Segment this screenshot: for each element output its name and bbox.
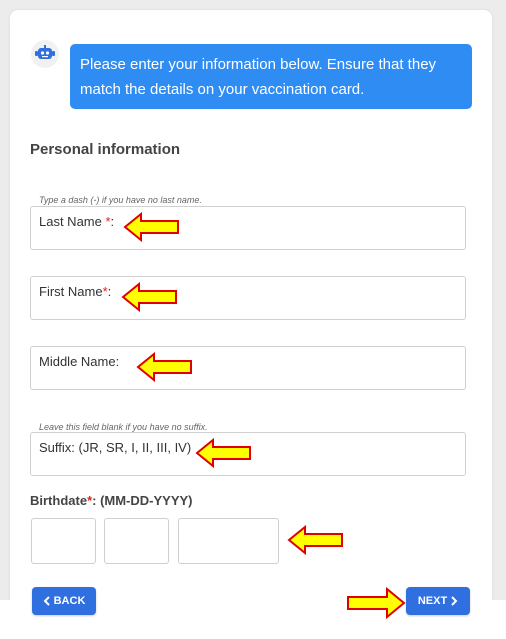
next-button-label: NEXT: [417, 595, 448, 607]
annotation-arrow-icon: [195, 438, 251, 468]
annotation-arrow-icon: [123, 212, 179, 242]
birth-month-input[interactable]: [31, 518, 96, 564]
chat-message: Please enter your information below. Ens…: [70, 44, 472, 109]
last-name-label: Last Name *:: [39, 214, 115, 229]
chevron-right-icon: [451, 596, 458, 606]
back-button-label: BACK: [53, 595, 86, 607]
annotation-arrow-icon: [121, 282, 177, 312]
birthdate-label: Birthdate*: (MM-DD-YYYY): [30, 493, 193, 508]
last-name-hint: Type a dash (-) if you have no last name…: [39, 195, 202, 205]
section-title: Personal information: [30, 141, 181, 158]
last-name-field[interactable]: Last Name *:: [30, 206, 466, 250]
first-name-label: First Name*:: [39, 284, 112, 299]
suffix-hint: Leave this field blank if you have no su…: [39, 422, 208, 432]
suffix-label: Suffix: (JR, SR, I, II, III, IV): [39, 440, 192, 455]
birth-year-input[interactable]: [178, 518, 279, 564]
annotation-arrow-icon: [347, 587, 406, 619]
middle-name-field[interactable]: Middle Name:: [30, 346, 466, 390]
first-name-field[interactable]: First Name*:: [30, 276, 466, 320]
next-button[interactable]: NEXT: [406, 587, 470, 615]
chevron-left-icon: [43, 596, 50, 606]
annotation-arrow-icon: [136, 352, 192, 382]
back-button[interactable]: BACK: [32, 587, 96, 615]
middle-name-label: Middle Name:: [39, 354, 120, 369]
birth-day-input[interactable]: [104, 518, 169, 564]
annotation-arrow-icon: [287, 525, 343, 555]
robot-icon: [35, 45, 55, 59]
bot-avatar: [31, 40, 59, 68]
